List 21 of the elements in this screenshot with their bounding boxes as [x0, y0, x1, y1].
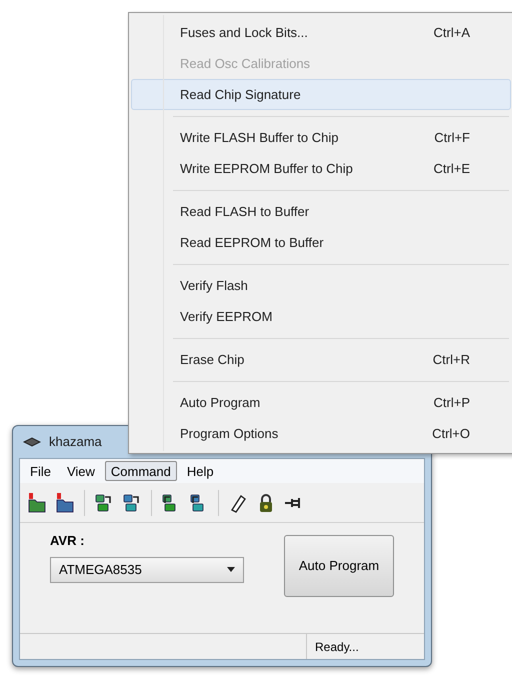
menu-bar-item[interactable]: Command [104, 461, 177, 481]
menu-item[interactable]: Write FLASH Buffer to Chip Ctrl+F [131, 122, 511, 153]
menu-item[interactable]: Read FLASH to Buffer [131, 196, 511, 227]
avr-dropdown[interactable]: ATMEGA8535 [50, 556, 244, 582]
auto-program-button[interactable]: Auto Program [284, 535, 394, 597]
window-title: khazama [49, 433, 102, 452]
menu-item[interactable]: Read EEPROM to Buffer [131, 227, 511, 258]
avr-label: AVR : [50, 532, 86, 550]
menu-item[interactable]: Verify Flash [131, 270, 511, 301]
status-text: Ready... [306, 634, 367, 659]
menu-bar-item[interactable]: File [24, 461, 57, 481]
menu-item[interactable]: Write EEPROM Buffer to Chip Ctrl+E [131, 153, 511, 184]
menu-item[interactable]: Fuses and Lock Bits... Ctrl+A [131, 17, 511, 48]
menu-item[interactable]: Erase Chip Ctrl+R [131, 344, 511, 375]
menu-item[interactable]: Program Options Ctrl+O [131, 418, 511, 449]
menu-bar-item[interactable]: Help [180, 461, 220, 481]
caret-icon [227, 567, 235, 572]
menu-item[interactable]: Auto Program Ctrl+P [131, 387, 511, 418]
menu-bar-item[interactable]: View [60, 461, 101, 481]
menu-item[interactable]: Verify EEPROM [131, 301, 511, 332]
menu-item[interactable]: Read Chip Signature [131, 79, 511, 110]
